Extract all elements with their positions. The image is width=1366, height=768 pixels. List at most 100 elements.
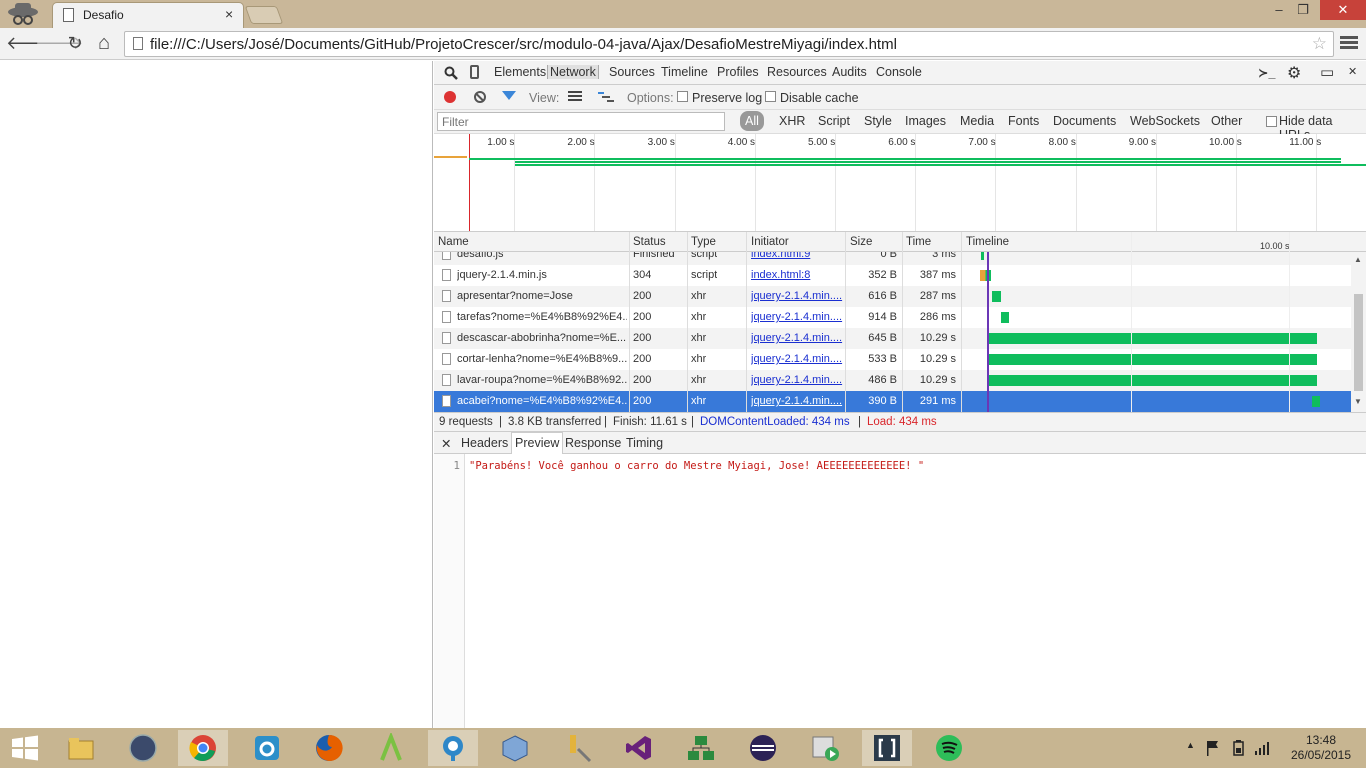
tab-audits[interactable]: Audits — [832, 65, 867, 79]
preserve-log-checkbox[interactable] — [677, 91, 688, 102]
home-button[interactable]: ⌂ — [93, 32, 115, 54]
menu-icon[interactable] — [1340, 34, 1358, 52]
filter-type-style[interactable]: Style — [864, 114, 892, 128]
request-initiator-link[interactable]: index.html:8 — [751, 269, 843, 281]
filter-type-script[interactable]: Script — [818, 114, 850, 128]
tab-headers[interactable]: Headers — [461, 436, 508, 450]
wifi-signal-icon[interactable] — [1254, 741, 1272, 755]
tab-resources[interactable]: Resources — [767, 65, 827, 79]
hide-data-urls-checkbox[interactable] — [1266, 116, 1277, 127]
tab-sources[interactable]: Sources — [609, 65, 655, 79]
tab-timing[interactable]: Timing — [626, 436, 663, 450]
filter-type-documents[interactable]: Documents — [1053, 114, 1116, 128]
scroll-thumb[interactable] — [1354, 294, 1363, 391]
disable-cache-checkbox[interactable] — [765, 91, 776, 102]
request-initiator-link[interactable]: jquery-2.1.4.min.... — [751, 374, 843, 386]
taskbar-network-app[interactable] — [676, 730, 726, 766]
col-type[interactable]: Type — [691, 236, 716, 248]
table-row[interactable]: acabei?nome=%E4%B8%92%E4... 200 xhr jquery-… — [434, 391, 1351, 412]
taskbar-file-explorer[interactable] — [56, 730, 106, 766]
filter-type-xhr[interactable]: XHR — [779, 114, 805, 128]
table-scrollbar[interactable]: ▲ ▼ — [1351, 252, 1366, 412]
tab-network[interactable]: Network — [547, 65, 599, 79]
tray-show-hidden-icon[interactable]: ▲ — [1186, 740, 1195, 750]
taskbar-virtualbox[interactable] — [490, 730, 540, 766]
action-center-flag-icon[interactable] — [1206, 740, 1220, 756]
filter-type-images[interactable]: Images — [905, 114, 946, 128]
taskbar-chrome[interactable] — [178, 730, 228, 766]
taskbar-eclipse[interactable] — [738, 730, 788, 766]
filter-type-media[interactable]: Media — [960, 114, 994, 128]
tab-preview[interactable]: Preview — [511, 432, 564, 455]
taskbar-spotify[interactable] — [924, 730, 974, 766]
filter-type-other[interactable]: Other — [1211, 114, 1242, 128]
table-row[interactable]: lavar-roupa?nome=%E4%B8%92... 200 xhr jquer… — [434, 370, 1351, 391]
devtools-close-icon[interactable]: ✕ — [1348, 65, 1357, 78]
request-initiator-link[interactable]: jquery-2.1.4.min.... — [751, 311, 843, 323]
table-row[interactable]: tarefas?nome=%E4%B8%92%E4... 200 xhr jquery… — [434, 307, 1351, 328]
forward-button[interactable]: 🡒 — [35, 32, 83, 54]
request-initiator-link[interactable]: jquery-2.1.4.min.... — [751, 395, 843, 407]
console-drawer-icon[interactable]: ≻_ — [1258, 65, 1275, 80]
battery-icon[interactable] — [1231, 740, 1247, 756]
bookmark-star-icon[interactable]: ☆ — [1312, 34, 1327, 54]
col-status[interactable]: Status — [633, 236, 666, 248]
start-button[interactable] — [0, 730, 50, 766]
request-initiator-link[interactable]: index.html:9 — [751, 252, 843, 260]
tab-close-icon[interactable]: × — [225, 6, 233, 22]
col-name[interactable]: Name — [438, 236, 469, 248]
filter-funnel-icon[interactable] — [502, 91, 516, 100]
tab-response[interactable]: Response — [565, 436, 621, 450]
table-row[interactable]: jquery-2.1.4.min.js 304 script index.html:8… — [434, 265, 1351, 286]
search-icon[interactable] — [444, 66, 458, 80]
minimize-button[interactable]: – — [1268, 0, 1290, 20]
taskbar-paint-tools[interactable] — [552, 730, 602, 766]
request-initiator-link[interactable]: jquery-2.1.4.min.... — [751, 332, 843, 344]
request-initiator-link[interactable]: jquery-2.1.4.min.... — [751, 353, 843, 365]
scroll-up-icon[interactable]: ▲ — [1354, 255, 1362, 264]
close-window-button[interactable]: ✕ — [1320, 0, 1366, 20]
filter-input[interactable] — [437, 112, 725, 131]
col-size[interactable]: Size — [850, 236, 872, 248]
taskbar-android-studio[interactable] — [366, 730, 416, 766]
table-row[interactable]: descascar-abobrinha?nome=%E... 200 xhr jque… — [434, 328, 1351, 349]
taskbar-visual-studio[interactable] — [614, 730, 664, 766]
taskbar-globe[interactable] — [118, 730, 168, 766]
tab-profiles[interactable]: Profiles — [717, 65, 759, 79]
table-row[interactable]: desafio.js Finished script index.html:9 0 B 3… — [434, 252, 1351, 265]
col-time[interactable]: Time — [906, 236, 931, 248]
taskbar-brackets[interactable] — [862, 730, 912, 766]
device-mode-icon[interactable] — [470, 65, 479, 79]
tab-console[interactable]: Console — [876, 65, 922, 79]
waterfall-view-icon[interactable] — [598, 91, 614, 103]
maximize-button[interactable]: ❐ — [1292, 0, 1314, 20]
table-row[interactable]: cortar-lenha?nome=%E4%B8%9... 200 xhr jquer… — [434, 349, 1351, 370]
tab-elements[interactable]: Elements — [494, 65, 546, 79]
response-preview[interactable]: 1 "Parabéns! Você ganhou o carro do Mest… — [434, 454, 1366, 728]
filter-type-fonts[interactable]: Fonts — [1008, 114, 1039, 128]
table-row[interactable]: apresentar?nome=Jose 200 xhr jquery-2.1.4.m… — [434, 286, 1351, 307]
detail-close-icon[interactable]: ✕ — [441, 436, 451, 451]
col-initiator[interactable]: Initiator — [751, 236, 789, 248]
taskbar-sourcetree[interactable] — [428, 730, 478, 766]
filter-type-websockets[interactable]: WebSockets — [1130, 114, 1200, 128]
system-clock[interactable]: 13:48 26/05/2015 — [1280, 733, 1362, 763]
col-timeline[interactable]: Timeline — [966, 236, 1009, 248]
browser-tab[interactable]: Desafio × — [52, 2, 244, 28]
filter-type-all[interactable]: All — [740, 111, 764, 131]
reload-button[interactable]: ↻ — [64, 32, 86, 54]
tab-timeline[interactable]: Timeline — [661, 65, 708, 79]
scroll-down-icon[interactable]: ▼ — [1354, 397, 1362, 406]
record-icon[interactable] — [444, 91, 456, 103]
back-button[interactable]: 🡐 — [6, 32, 54, 54]
request-initiator-link[interactable]: jquery-2.1.4.min.... — [751, 290, 843, 302]
network-overview[interactable]: 1.00 s 2.00 s 3.00 s 4.00 s 5.00 s 6.00 s 7.00… — [434, 134, 1366, 232]
list-view-icon[interactable] — [568, 91, 582, 103]
address-bar[interactable]: file:///C:/Users/José/Documents/GitHub/P… — [124, 31, 1334, 57]
taskbar-ubuntu-one[interactable] — [242, 730, 292, 766]
taskbar-media-app[interactable] — [800, 730, 850, 766]
clear-icon[interactable] — [474, 91, 486, 103]
dock-side-icon[interactable]: ▭ — [1320, 63, 1334, 81]
settings-gear-icon[interactable]: ⚙ — [1287, 63, 1301, 83]
new-tab-button[interactable] — [244, 6, 284, 24]
